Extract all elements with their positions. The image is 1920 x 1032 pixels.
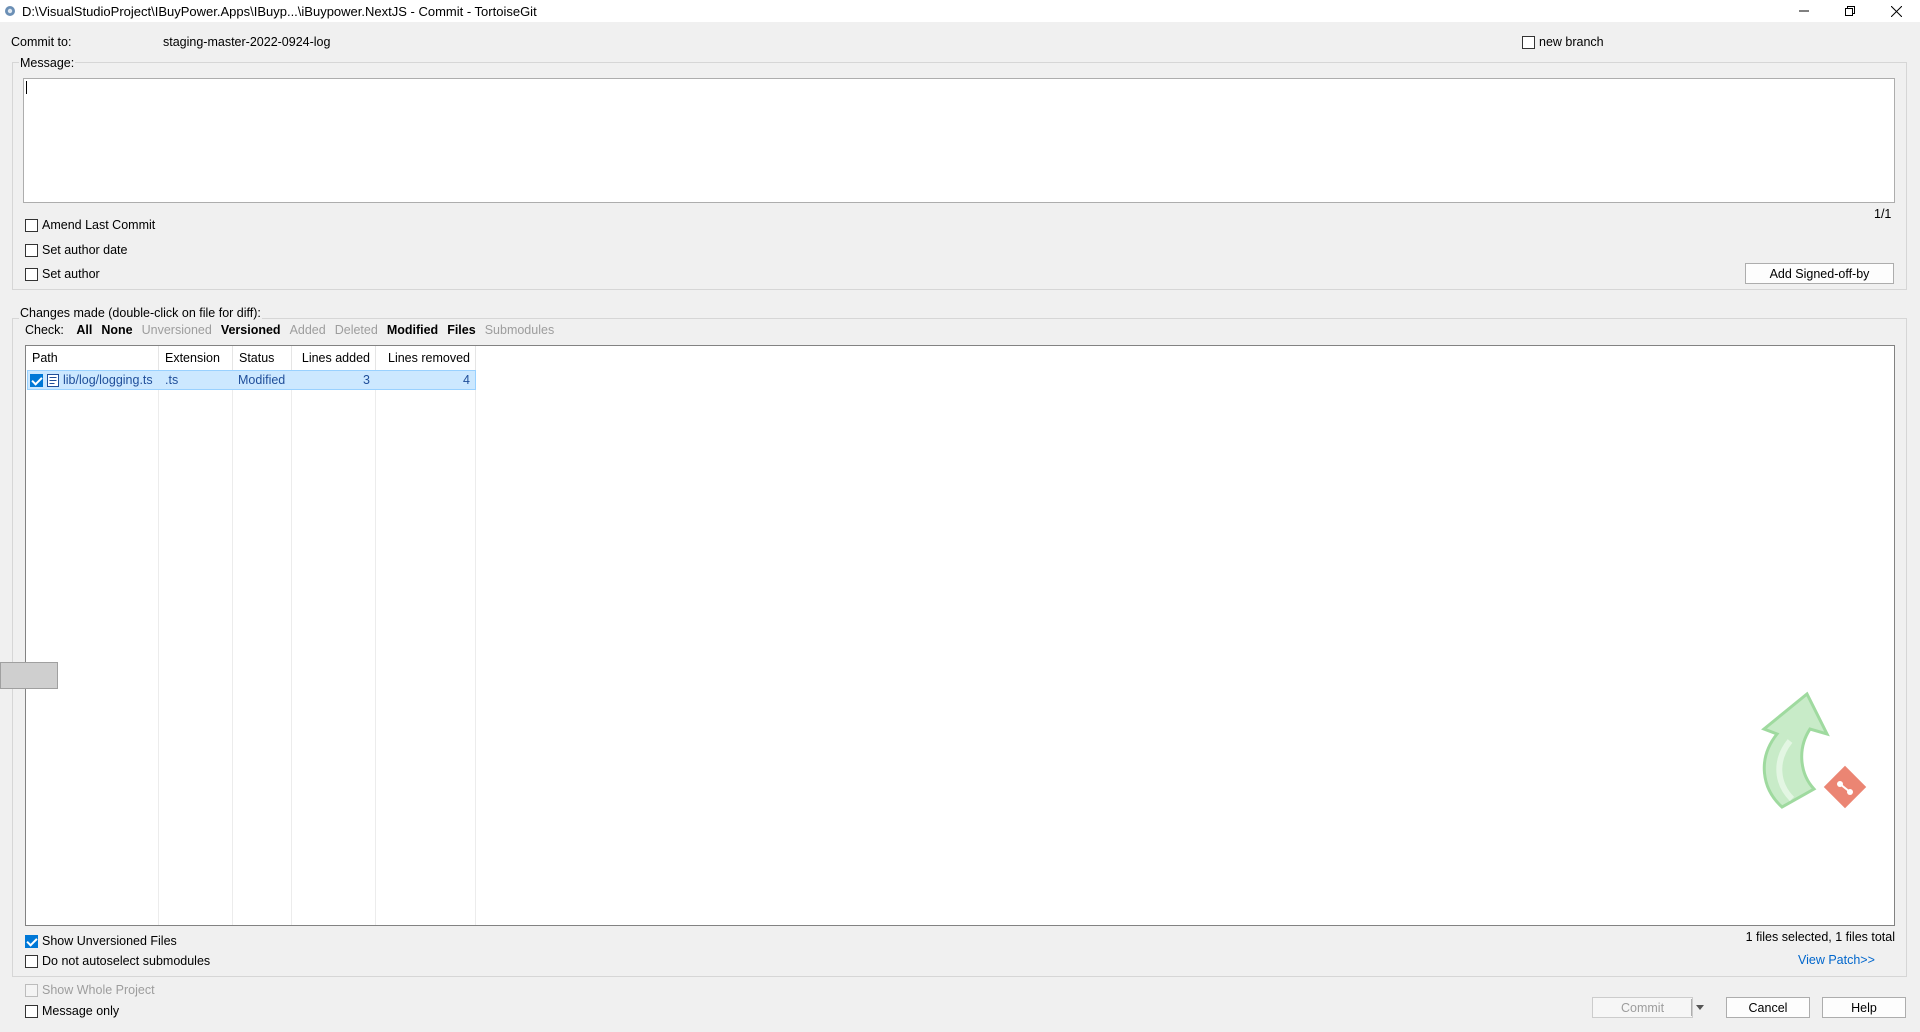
column-header-status[interactable]: Status <box>233 346 292 370</box>
new-branch-checkbox-box[interactable] <box>1522 35 1535 49</box>
commit-to-label: Commit to: <box>11 35 72 49</box>
no-autoselect-checkbox-box[interactable] <box>25 954 38 968</box>
filter-added-link[interactable]: Added <box>290 323 326 337</box>
row-checkbox[interactable] <box>30 370 43 390</box>
commit-button-label: Commit <box>1621 1000 1665 1015</box>
row-checkbox-box[interactable] <box>30 373 43 387</box>
column-divider <box>291 370 292 925</box>
column-divider <box>158 370 159 925</box>
filter-modified-link[interactable]: Modified <box>387 323 438 337</box>
column-header-path[interactable]: Path <box>26 346 159 370</box>
row-status: Modified <box>238 373 286 387</box>
no-autoselect-submodules-checkbox[interactable]: Do not autoselect submodules <box>25 954 210 968</box>
row-lines-removed: 4 <box>463 373 470 387</box>
set-author-date-checkbox[interactable]: Set author date <box>25 243 127 257</box>
show-unversioned-checkbox-box[interactable] <box>25 934 38 948</box>
new-branch-checkbox[interactable]: new branch <box>1522 35 1604 49</box>
splitter-handle[interactable] <box>0 662 58 689</box>
set-author-checkbox-box[interactable] <box>25 267 38 281</box>
message-only-checkbox[interactable]: Message only <box>25 1004 119 1018</box>
amend-label: Amend Last Commit <box>42 218 156 232</box>
window-title: D:\VisualStudioProject\IBuyPower.Apps\IB… <box>22 4 537 19</box>
add-signed-off-by-button[interactable]: Add Signed-off-by <box>1745 263 1894 284</box>
no-autoselect-label: Do not autoselect submodules <box>42 954 211 968</box>
minimize-button[interactable] <box>1781 0 1827 22</box>
filter-all-link[interactable]: All <box>76 323 92 337</box>
branch-name: staging-master-2022-0924-log <box>163 35 331 49</box>
selection-summary: 1 files selected, 1 files total <box>1745 930 1895 944</box>
view-patch-link[interactable]: View Patch>> <box>1798 953 1875 967</box>
set-author-date-checkbox-box[interactable] <box>25 243 38 257</box>
changes-label: Changes made (double-click on file for d… <box>19 306 262 320</box>
restore-icon <box>1845 6 1855 16</box>
set-author-checkbox[interactable]: Set author <box>25 267 100 281</box>
filter-submodules-link[interactable]: Submodules <box>485 323 555 337</box>
commit-button[interactable]: Commit <box>1592 997 1693 1018</box>
title-bar: D:\VisualStudioProject\IBuyPower.Apps\IB… <box>0 0 1920 22</box>
column-header-lines-added[interactable]: Lines added <box>292 346 376 370</box>
filter-unversioned-link[interactable]: Unversioned <box>142 323 212 337</box>
tortoisegit-app-icon <box>5 6 15 16</box>
show-whole-project-checkbox-box <box>25 983 38 997</box>
column-divider <box>232 370 233 925</box>
help-button[interactable]: Help <box>1822 997 1906 1018</box>
restore-button[interactable] <box>1827 0 1873 22</box>
filter-deleted-link[interactable]: Deleted <box>335 323 378 337</box>
amend-checkbox-box[interactable] <box>25 218 38 232</box>
commit-dropdown-button[interactable] <box>1692 997 1708 1018</box>
message-line-counter: 1/1 <box>1874 207 1892 221</box>
row-lines-added: 3 <box>363 373 370 387</box>
amend-checkbox[interactable]: Amend Last Commit <box>25 218 155 232</box>
row-path: lib/log/logging.ts <box>63 373 153 387</box>
cancel-button[interactable]: Cancel <box>1726 997 1810 1018</box>
column-divider <box>375 370 376 925</box>
message-only-checkbox-box[interactable] <box>25 1004 38 1018</box>
minimize-icon <box>1799 10 1809 12</box>
row-extension: .ts <box>165 373 179 387</box>
chevron-down-icon <box>1696 1005 1704 1010</box>
show-unversioned-label: Show Unversioned Files <box>42 934 177 948</box>
tortoisegit-logo-watermark <box>1761 691 1867 809</box>
message-only-label: Message only <box>42 1004 120 1018</box>
close-button[interactable] <box>1873 0 1919 22</box>
column-divider <box>475 370 476 925</box>
column-header-extension[interactable]: Extension <box>159 346 233 370</box>
changed-files-list[interactable]: Path Extension Status Lines added Lines … <box>25 345 1895 926</box>
show-unversioned-checkbox[interactable]: Show Unversioned Files <box>25 934 177 948</box>
check-label: Check: <box>25 323 64 337</box>
set-author-date-label: Set author date <box>42 243 128 257</box>
set-author-label: Set author <box>42 267 100 281</box>
message-label: Message: <box>19 56 76 70</box>
modified-file-icon <box>47 370 59 390</box>
check-filter-bar: Check: All None Unversioned Versioned Added D… <box>25 323 563 337</box>
new-branch-label: new branch <box>1539 35 1604 49</box>
commit-message-input[interactable] <box>23 78 1895 203</box>
close-icon <box>1890 5 1902 17</box>
column-header-lines-removed[interactable]: Lines removed <box>376 346 476 370</box>
filter-files-link[interactable]: Files <box>447 323 476 337</box>
filter-none-link[interactable]: None <box>101 323 132 337</box>
show-whole-project-label: Show Whole Project <box>42 983 155 997</box>
show-whole-project-checkbox: Show Whole Project <box>25 983 155 997</box>
filter-versioned-link[interactable]: Versioned <box>221 323 281 337</box>
text-caret <box>26 81 27 94</box>
